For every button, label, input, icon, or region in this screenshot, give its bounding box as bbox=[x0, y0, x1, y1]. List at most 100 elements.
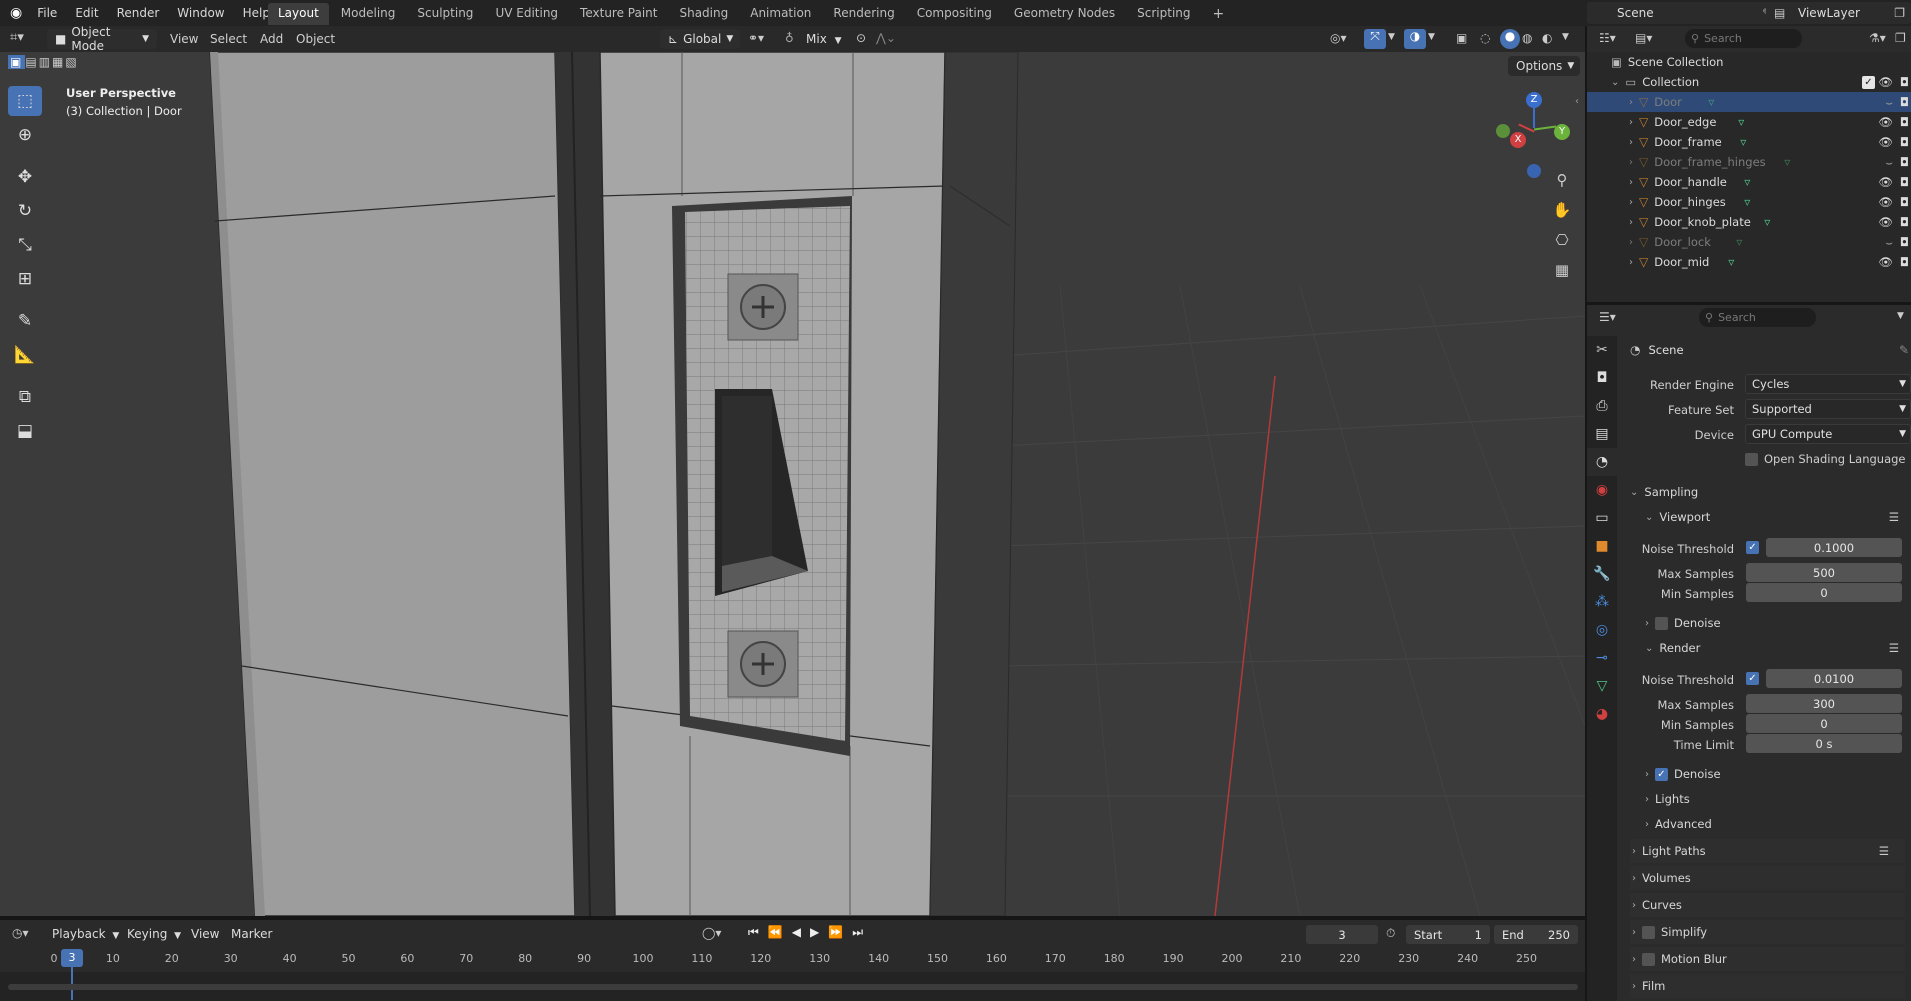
light-paths-panel[interactable]: › Light Paths ☰ bbox=[1630, 839, 1905, 863]
shading-dropdown-icon[interactable]: ▼ bbox=[1562, 32, 1569, 42]
feature-set-dropdown[interactable]: Supported ▼ bbox=[1745, 399, 1911, 419]
mesh-data-icon[interactable]: ▿ bbox=[1744, 195, 1750, 209]
mesh-data-icon[interactable]: ▿ bbox=[1738, 115, 1744, 129]
scene-collection-row[interactable]: ▣ Scene Collection bbox=[1587, 52, 1911, 72]
wireframe-shading-icon[interactable]: ◌ bbox=[1480, 31, 1490, 45]
r-time-limit-field[interactable]: 0 s bbox=[1746, 734, 1902, 753]
vp-denoise-checkbox[interactable] bbox=[1655, 616, 1668, 630]
add-workspace-icon[interactable]: + bbox=[1203, 3, 1235, 25]
viewport-scene[interactable] bbox=[0, 26, 1585, 916]
outliner-item-door-knob-plate[interactable]: › ▽ Door_knob_plate ▿ 👁 ◘ bbox=[1587, 212, 1911, 232]
tab-layout[interactable]: Layout bbox=[268, 3, 329, 25]
device-dropdown[interactable]: GPU Compute ▼ bbox=[1745, 424, 1911, 444]
expand-arrow-icon[interactable]: ⌄ bbox=[1611, 77, 1619, 88]
tab-uv-editing[interactable]: UV Editing bbox=[485, 3, 568, 25]
material-shading-icon[interactable]: ◍ bbox=[1522, 31, 1532, 45]
cursor-tool-icon[interactable]: ⊕ bbox=[8, 120, 42, 150]
outliner-item-door-frame[interactable]: › ▽ Door_frame ▿ 👁 ◘ bbox=[1587, 132, 1911, 152]
pin-icon[interactable]: ✎ bbox=[1899, 343, 1909, 357]
select-box-tool-icon[interactable]: ⬚ bbox=[8, 86, 42, 116]
camera-icon[interactable]: ◘ bbox=[1900, 135, 1909, 149]
vp-min-samples-field[interactable]: 0 bbox=[1746, 583, 1902, 602]
new-view-layer-icon[interactable]: ❐ bbox=[1894, 6, 1905, 20]
select-mode-icons[interactable]: ▣ ▤▥▦▧ bbox=[8, 55, 79, 69]
scale-tool-icon[interactable]: ⤡ bbox=[8, 230, 42, 260]
mesh-data-icon[interactable]: ▿ bbox=[1744, 175, 1750, 189]
expand-arrow-icon[interactable]: › bbox=[1629, 257, 1633, 268]
preview-range-icon[interactable]: ⏱ bbox=[1386, 926, 1395, 941]
lights-subpanel[interactable]: › Lights bbox=[1645, 787, 1905, 811]
tab-shading[interactable]: Shading bbox=[669, 3, 738, 25]
scene-tab-icon[interactable]: ◔ bbox=[1587, 448, 1617, 476]
r-denoise-subpanel[interactable]: › ✓ Denoise bbox=[1645, 762, 1905, 786]
camera-icon[interactable]: ◘ bbox=[1900, 115, 1909, 129]
expand-arrow-icon[interactable]: › bbox=[1629, 237, 1633, 248]
curves-panel[interactable]: › Curves bbox=[1630, 893, 1905, 917]
menu-add[interactable]: Add bbox=[260, 32, 283, 46]
outliner-editor-icon[interactable]: ☷▾ bbox=[1599, 31, 1616, 45]
gizmo-x-axis[interactable]: X bbox=[1510, 132, 1526, 148]
tool-tab-icon[interactable]: ✂ bbox=[1587, 336, 1617, 364]
outliner-item-door-edge[interactable]: › ▽ Door_edge ▿ 👁 ◘ bbox=[1587, 112, 1911, 132]
world-tab-icon[interactable]: ◉ bbox=[1587, 476, 1617, 504]
render-tab-icon[interactable]: ◘ bbox=[1587, 364, 1617, 392]
frame-ruler[interactable]: 0 10 20 30 40 50 60 70 80 90 100 110 120 130 140 150 160… bbox=[0, 948, 1585, 1000]
timeline-editor-icon[interactable]: ◷▾ bbox=[12, 926, 29, 940]
mesh-data-icon[interactable]: ▿ bbox=[1784, 155, 1790, 169]
r-min-samples-field[interactable]: 0 bbox=[1746, 714, 1902, 733]
motion-blur-panel[interactable]: › Motion Blur bbox=[1630, 947, 1905, 971]
expand-arrow-icon[interactable]: › bbox=[1629, 97, 1633, 108]
expand-arrow-icon[interactable]: › bbox=[1629, 157, 1633, 168]
tab-texture-paint[interactable]: Texture Paint bbox=[570, 3, 667, 25]
volumes-panel[interactable]: › Volumes bbox=[1630, 866, 1905, 890]
film-panel[interactable]: › Film bbox=[1630, 974, 1905, 998]
r-noise-threshold-checkbox[interactable]: ✓ bbox=[1746, 672, 1759, 685]
timeline-view-menu[interactable]: View bbox=[191, 927, 219, 941]
tab-scripting[interactable]: Scripting bbox=[1127, 3, 1200, 25]
visibility-icon[interactable]: ◎▾ bbox=[1330, 31, 1347, 45]
mesh-data-icon[interactable]: ▿ bbox=[1740, 135, 1746, 149]
collection-tab-icon[interactable]: ▭ bbox=[1587, 504, 1617, 532]
object-tab-icon[interactable]: ■ bbox=[1587, 532, 1617, 560]
view-layer-tab-icon[interactable]: ▤ bbox=[1587, 420, 1617, 448]
camera-icon[interactable]: ◘ bbox=[1900, 255, 1909, 269]
region-toggle-arrow[interactable]: ‹ bbox=[1575, 96, 1579, 107]
output-tab-icon[interactable]: ⎙ bbox=[1587, 392, 1617, 420]
mesh-data-icon[interactable]: ▿ bbox=[1728, 255, 1734, 269]
rendered-shading-icon[interactable]: ◐ bbox=[1542, 31, 1552, 45]
r-noise-threshold-field[interactable]: 0.0100 bbox=[1766, 669, 1902, 688]
camera-icon[interactable]: ◘ bbox=[1900, 195, 1909, 209]
eye-hidden-icon[interactable]: ⌣ bbox=[1885, 155, 1893, 170]
expand-arrow-icon[interactable]: › bbox=[1629, 217, 1633, 228]
falloff-icon[interactable]: ⋀⌄ bbox=[876, 31, 896, 45]
constraints-tab-icon[interactable]: ⊸ bbox=[1587, 644, 1617, 672]
gizmo-dropdown-icon[interactable]: ▼ bbox=[1388, 32, 1395, 42]
new-collection-icon[interactable]: ❐ bbox=[1895, 31, 1906, 45]
camera-icon[interactable]: ◘ bbox=[1900, 95, 1909, 109]
list-icon[interactable]: ☰ bbox=[1879, 844, 1889, 858]
menu-render[interactable]: Render bbox=[108, 6, 169, 20]
display-mode-icon[interactable]: ▤▾ bbox=[1635, 31, 1652, 45]
rotate-tool-icon[interactable]: ↻ bbox=[8, 196, 42, 226]
gizmo-z-axis[interactable]: Z bbox=[1526, 92, 1542, 108]
add-cube-alt-tool-icon[interactable]: ⬓ bbox=[8, 416, 42, 446]
outliner-item-door-handle[interactable]: › ▽ Door_handle ▿ 👁 ◘ bbox=[1587, 172, 1911, 192]
camera-icon[interactable]: ◘ bbox=[1900, 155, 1909, 169]
tab-rendering[interactable]: Rendering bbox=[823, 3, 904, 25]
next-keyframe-icon[interactable]: ⏩ bbox=[828, 925, 843, 940]
auto-keying-icon[interactable]: ◯▾ bbox=[702, 926, 721, 940]
zoom-icon[interactable]: ⚲ bbox=[1548, 166, 1576, 194]
select-extend-icon[interactable]: ▤ bbox=[25, 55, 38, 69]
expand-arrow-icon[interactable]: › bbox=[1629, 177, 1633, 188]
jump-start-icon[interactable]: ⏮ bbox=[748, 925, 759, 940]
modifier-tab-icon[interactable]: 🔧 bbox=[1587, 560, 1617, 588]
select-invert-icon[interactable]: ▦ bbox=[52, 55, 65, 69]
object-mode-dropdown[interactable]: ■ Object Mode ▼ bbox=[47, 25, 157, 53]
exclude-checkbox[interactable]: ✓ bbox=[1862, 75, 1875, 89]
osl-checkbox-row[interactable]: Open Shading Language bbox=[1745, 452, 1906, 466]
viewport-subpanel-header[interactable]: ⌄ Viewport ☰ bbox=[1645, 505, 1905, 529]
gizmo-toggle-icon[interactable]: ⤧ bbox=[1364, 29, 1386, 49]
move-tool-icon[interactable]: ✥ bbox=[8, 162, 42, 192]
vp-max-samples-field[interactable]: 500 bbox=[1746, 563, 1902, 582]
physics-tab-icon[interactable]: ◎ bbox=[1587, 616, 1617, 644]
